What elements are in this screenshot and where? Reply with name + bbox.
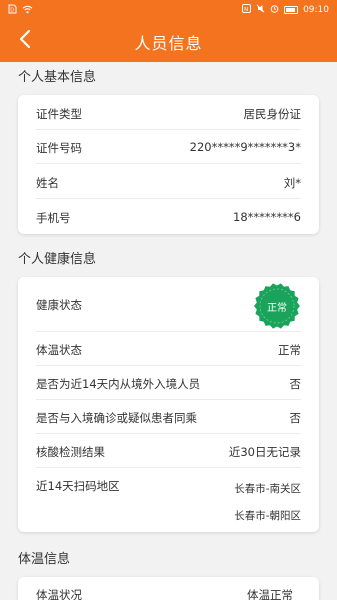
health-info-card: 健康状态 正常 体温状态 正常 是否为近14天内从境外入境人员 否 是否与入境确… [18, 277, 319, 532]
row-temp-condition[interactable]: 体温状况 体温正常 [18, 577, 319, 600]
wifi-icon [22, 5, 33, 17]
status-right-icons: N 09:10 [242, 4, 329, 16]
section-title-basic: 个人基本信息 [18, 70, 97, 85]
scan-area-item: 长春市-朝阳区 [234, 510, 301, 522]
nucleic-test-value: 近30日无记录 [228, 445, 301, 459]
row-phone: 手机号 18********6 [18, 199, 319, 234]
status-bar: D N 09:10 [0, 0, 337, 20]
nucleic-test-label: 核酸检测结果 [36, 445, 105, 459]
app-header: D N 09:10 人员信息 [0, 0, 337, 62]
row-contact-case: 是否与入境确诊或疑似患者同乘 否 [18, 400, 319, 434]
contact-case-value: 否 [289, 411, 302, 425]
phone-value: 18********6 [233, 210, 301, 224]
contact-case-label: 是否与入境确诊或疑似患者同乘 [36, 411, 197, 425]
chevron-down-icon [294, 590, 301, 600]
row-temp-status: 体温状态 正常 [18, 332, 319, 366]
sim-icon: D [8, 4, 17, 17]
name-label: 姓名 [36, 176, 59, 190]
health-status-label: 健康状态 [36, 298, 82, 312]
section-title-temperature: 体温信息 [18, 552, 71, 567]
row-id-number: 证件号码 220*****9*******3* [18, 130, 319, 164]
health-status-badge: 正常 [253, 282, 301, 330]
status-left-icons: D [8, 4, 33, 17]
nav-bar: 人员信息 [0, 20, 337, 62]
name-value: 刘* [283, 176, 301, 190]
id-number-label: 证件号码 [36, 141, 82, 155]
mute-icon [256, 4, 265, 16]
temp-condition-value: 体温正常 [247, 588, 293, 600]
id-type-value: 居民身份证 [243, 107, 302, 121]
row-id-type: 证件类型 居民身份证 [18, 95, 319, 130]
overseas-entry-value: 否 [289, 377, 302, 391]
scan-area-item: 长春市-南关区 [234, 483, 301, 495]
temp-status-label: 体温状态 [36, 343, 82, 357]
temp-status-value: 正常 [278, 343, 301, 357]
temp-condition-label: 体温状况 [36, 588, 82, 600]
id-number-value: 220*****9*******3* [189, 140, 301, 154]
alarm-icon [270, 4, 279, 16]
health-status-badge-text: 正常 [267, 302, 287, 314]
battery-icon [284, 6, 299, 14]
status-time: 09:10 [303, 5, 329, 15]
temperature-card: 体温状况 体温正常 [18, 577, 319, 600]
row-scan-areas: 近14天扫码地区 长春市-南关区 长春市-朝阳区 [18, 468, 319, 532]
basic-info-card: 证件类型 居民身份证 证件号码 220*****9*******3* 姓名 刘*… [18, 95, 319, 234]
id-type-label: 证件类型 [36, 107, 82, 121]
scan-areas-label: 近14天扫码地区 [36, 479, 120, 493]
phone-label: 手机号 [36, 211, 71, 225]
page-title: 人员信息 [134, 34, 203, 53]
row-health-status: 健康状态 正常 [18, 277, 319, 332]
svg-text:D: D [10, 8, 14, 14]
overseas-entry-label: 是否为近14天内从境外入境人员 [36, 377, 201, 391]
row-overseas-entry: 是否为近14天内从境外入境人员 否 [18, 366, 319, 400]
svg-text:N: N [244, 7, 248, 13]
section-title-health: 个人健康信息 [18, 252, 97, 267]
row-nucleic-test: 核酸检测结果 近30日无记录 [18, 434, 319, 468]
nfc-icon: N [242, 4, 252, 16]
row-name: 姓名 刘* [18, 164, 319, 199]
